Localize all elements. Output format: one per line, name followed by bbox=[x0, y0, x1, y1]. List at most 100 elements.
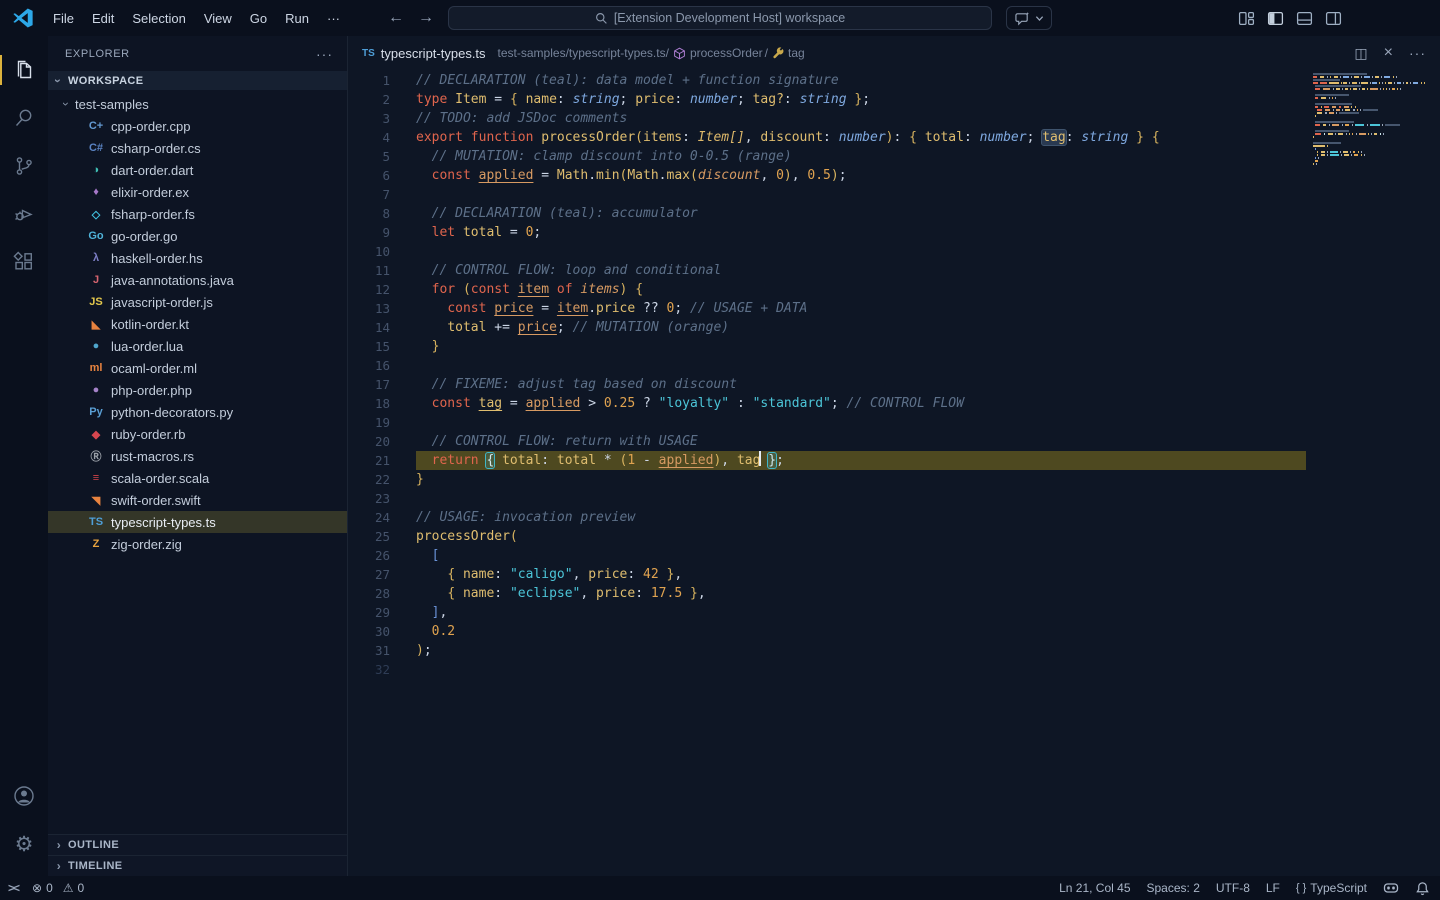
customize-layout-icon[interactable] bbox=[1238, 10, 1255, 27]
extensions-icon[interactable] bbox=[0, 238, 48, 286]
line-number[interactable]: 12 bbox=[348, 280, 390, 299]
file-item-kotlin-order.kt[interactable]: ◣kotlin-order.kt bbox=[48, 313, 347, 335]
accounts-icon[interactable] bbox=[0, 772, 48, 820]
source-control-icon[interactable] bbox=[0, 142, 48, 190]
file-item-swift-order.swift[interactable]: ◥swift-order.swift bbox=[48, 489, 347, 511]
toggle-primary-sidebar-icon[interactable] bbox=[1267, 10, 1284, 27]
line-number[interactable]: 18 bbox=[348, 394, 390, 413]
notifications-bell-icon[interactable] bbox=[1415, 881, 1430, 896]
line-number[interactable]: 28 bbox=[348, 584, 390, 603]
code-line-27[interactable]: 27 { name: "caligo", price: 42 }, bbox=[348, 565, 1306, 584]
code-line-2[interactable]: 2type Item = { name: string; price: numb… bbox=[348, 90, 1306, 109]
file-item-zig-order.zig[interactable]: Zzig-order.zig bbox=[48, 533, 347, 555]
code-line-5[interactable]: 5 // MUTATION: clamp discount into 0-0.5… bbox=[348, 147, 1306, 166]
code-line-12[interactable]: 12 for (const item of items) { bbox=[348, 280, 1306, 299]
file-item-php-order.php[interactable]: ●php-order.php bbox=[48, 379, 347, 401]
code-line-16[interactable]: 16 bbox=[348, 356, 1306, 375]
line-number[interactable]: 10 bbox=[348, 242, 390, 261]
line-number[interactable]: 13 bbox=[348, 299, 390, 318]
menu-edit[interactable]: Edit bbox=[83, 7, 123, 30]
code-line-20[interactable]: 20 // CONTROL FLOW: return with USAGE bbox=[348, 432, 1306, 451]
file-item-dart-order.dart[interactable]: ◑dart-order.dart bbox=[48, 159, 347, 181]
line-number[interactable]: 11 bbox=[348, 261, 390, 280]
line-number[interactable]: 2 bbox=[348, 90, 390, 109]
line-number[interactable]: 5 bbox=[348, 147, 390, 166]
folder-test-samples[interactable]: › test-samples bbox=[48, 93, 347, 115]
code-line-9[interactable]: 9 let total = 0; bbox=[348, 223, 1306, 242]
line-number[interactable]: 1 bbox=[348, 71, 390, 90]
file-item-haskell-order.hs[interactable]: λhaskell-order.hs bbox=[48, 247, 347, 269]
line-number[interactable]: 17 bbox=[348, 375, 390, 394]
explorer-more-actions[interactable]: ··· bbox=[316, 46, 333, 62]
timeline-section-header[interactable]: › TIMELINE bbox=[48, 855, 347, 876]
file-item-java-annotations.java[interactable]: Jjava-annotations.java bbox=[48, 269, 347, 291]
breadcrumb[interactable]: test-samples/typescript-types.ts/ proces… bbox=[498, 46, 805, 60]
code-line-13[interactable]: 13 const price = item.price ?? 0; // USA… bbox=[348, 299, 1306, 318]
line-number[interactable]: 24 bbox=[348, 508, 390, 527]
code-line-10[interactable]: 10 bbox=[348, 242, 1306, 261]
file-item-ocaml-order.ml[interactable]: mlocaml-order.ml bbox=[48, 357, 347, 379]
line-number[interactable]: 31 bbox=[348, 641, 390, 660]
line-number[interactable]: 4 bbox=[348, 128, 390, 147]
line-number[interactable]: 15 bbox=[348, 337, 390, 356]
toggle-secondary-sidebar-icon[interactable] bbox=[1325, 10, 1342, 27]
code-line-18[interactable]: 18 const tag = applied > 0.25 ? "loyalty… bbox=[348, 394, 1306, 413]
line-number[interactable]: 26 bbox=[348, 546, 390, 565]
code-editor[interactable]: 1// DECLARATION (teal): data model + fun… bbox=[348, 70, 1440, 876]
line-number[interactable]: 19 bbox=[348, 413, 390, 432]
line-number[interactable]: 29 bbox=[348, 603, 390, 622]
line-number[interactable]: 3 bbox=[348, 109, 390, 128]
code-line-32[interactable]: 32 bbox=[348, 660, 1306, 679]
file-item-python-decorators.py[interactable]: Pypython-decorators.py bbox=[48, 401, 347, 423]
code-line-28[interactable]: 28 { name: "eclipse", price: 17.5 }, bbox=[348, 584, 1306, 603]
file-item-fsharp-order.fs[interactable]: ◇fsharp-order.fs bbox=[48, 203, 347, 225]
code-line-19[interactable]: 19 bbox=[348, 413, 1306, 432]
line-number[interactable]: 20 bbox=[348, 432, 390, 451]
nav-forward-button[interactable]: → bbox=[418, 9, 434, 27]
editor-more-actions[interactable]: ··· bbox=[1409, 45, 1426, 61]
line-number[interactable]: 23 bbox=[348, 489, 390, 508]
file-item-lua-order.lua[interactable]: ●lua-order.lua bbox=[48, 335, 347, 357]
code-line-17[interactable]: 17 // FIXEME: adjust tag based on discou… bbox=[348, 375, 1306, 394]
code-line-22[interactable]: 22} bbox=[348, 470, 1306, 489]
code-line-6[interactable]: 6 const applied = Math.min(Math.max(disc… bbox=[348, 166, 1306, 185]
copilot-status-icon[interactable] bbox=[1383, 880, 1399, 896]
remote-indicator[interactable]: >< bbox=[8, 881, 18, 895]
code-line-3[interactable]: 3// TODO: add JSDoc comments bbox=[348, 109, 1306, 128]
code-line-23[interactable]: 23 bbox=[348, 489, 1306, 508]
line-number[interactable]: 6 bbox=[348, 166, 390, 185]
line-number[interactable]: 14 bbox=[348, 318, 390, 337]
split-editor-button[interactable]: ◫ bbox=[1354, 45, 1367, 62]
code-line-8[interactable]: 8 // DECLARATION (teal): accumulator bbox=[348, 204, 1306, 223]
language-mode[interactable]: { }TypeScript bbox=[1296, 881, 1367, 895]
menu-selection[interactable]: Selection bbox=[123, 7, 194, 30]
menu-file[interactable]: File bbox=[44, 7, 83, 30]
cursor-position[interactable]: Ln 21, Col 45 bbox=[1059, 881, 1130, 895]
file-item-ruby-order.rb[interactable]: ◆ruby-order.rb bbox=[48, 423, 347, 445]
line-number[interactable]: 27 bbox=[348, 565, 390, 584]
code-line-29[interactable]: 29 ], bbox=[348, 603, 1306, 622]
line-number[interactable]: 16 bbox=[348, 356, 390, 375]
code-line-4[interactable]: 4export function processOrder(items: Ite… bbox=[348, 128, 1306, 147]
menu-view[interactable]: View bbox=[195, 7, 241, 30]
menu-go[interactable]: Go bbox=[241, 7, 276, 30]
line-number[interactable]: 32 bbox=[348, 660, 390, 679]
indentation[interactable]: Spaces: 2 bbox=[1147, 881, 1200, 895]
file-item-javascript-order.js[interactable]: JSjavascript-order.js bbox=[48, 291, 347, 313]
explorer-icon[interactable] bbox=[0, 46, 48, 94]
code-line-15[interactable]: 15 } bbox=[348, 337, 1306, 356]
code-line-25[interactable]: 25processOrder( bbox=[348, 527, 1306, 546]
copilot-chat-button[interactable] bbox=[1006, 6, 1052, 30]
workspace-section-header[interactable]: › WORKSPACE bbox=[48, 71, 347, 90]
file-item-csharp-order.cs[interactable]: C#csharp-order.cs bbox=[48, 137, 347, 159]
line-number[interactable]: 9 bbox=[348, 223, 390, 242]
menu-run[interactable]: Run bbox=[276, 7, 318, 30]
code-line-1[interactable]: 1// DECLARATION (teal): data model + fun… bbox=[348, 71, 1306, 90]
outline-section-header[interactable]: › OUTLINE bbox=[48, 834, 347, 855]
file-item-elixir-order.ex[interactable]: ♦elixir-order.ex bbox=[48, 181, 347, 203]
eol[interactable]: LF bbox=[1266, 881, 1280, 895]
line-number[interactable]: 22 bbox=[348, 470, 390, 489]
run-and-debug-icon[interactable] bbox=[0, 190, 48, 238]
code-line-30[interactable]: 30 0.2 bbox=[348, 622, 1306, 641]
toggle-panel-icon[interactable] bbox=[1296, 10, 1313, 27]
